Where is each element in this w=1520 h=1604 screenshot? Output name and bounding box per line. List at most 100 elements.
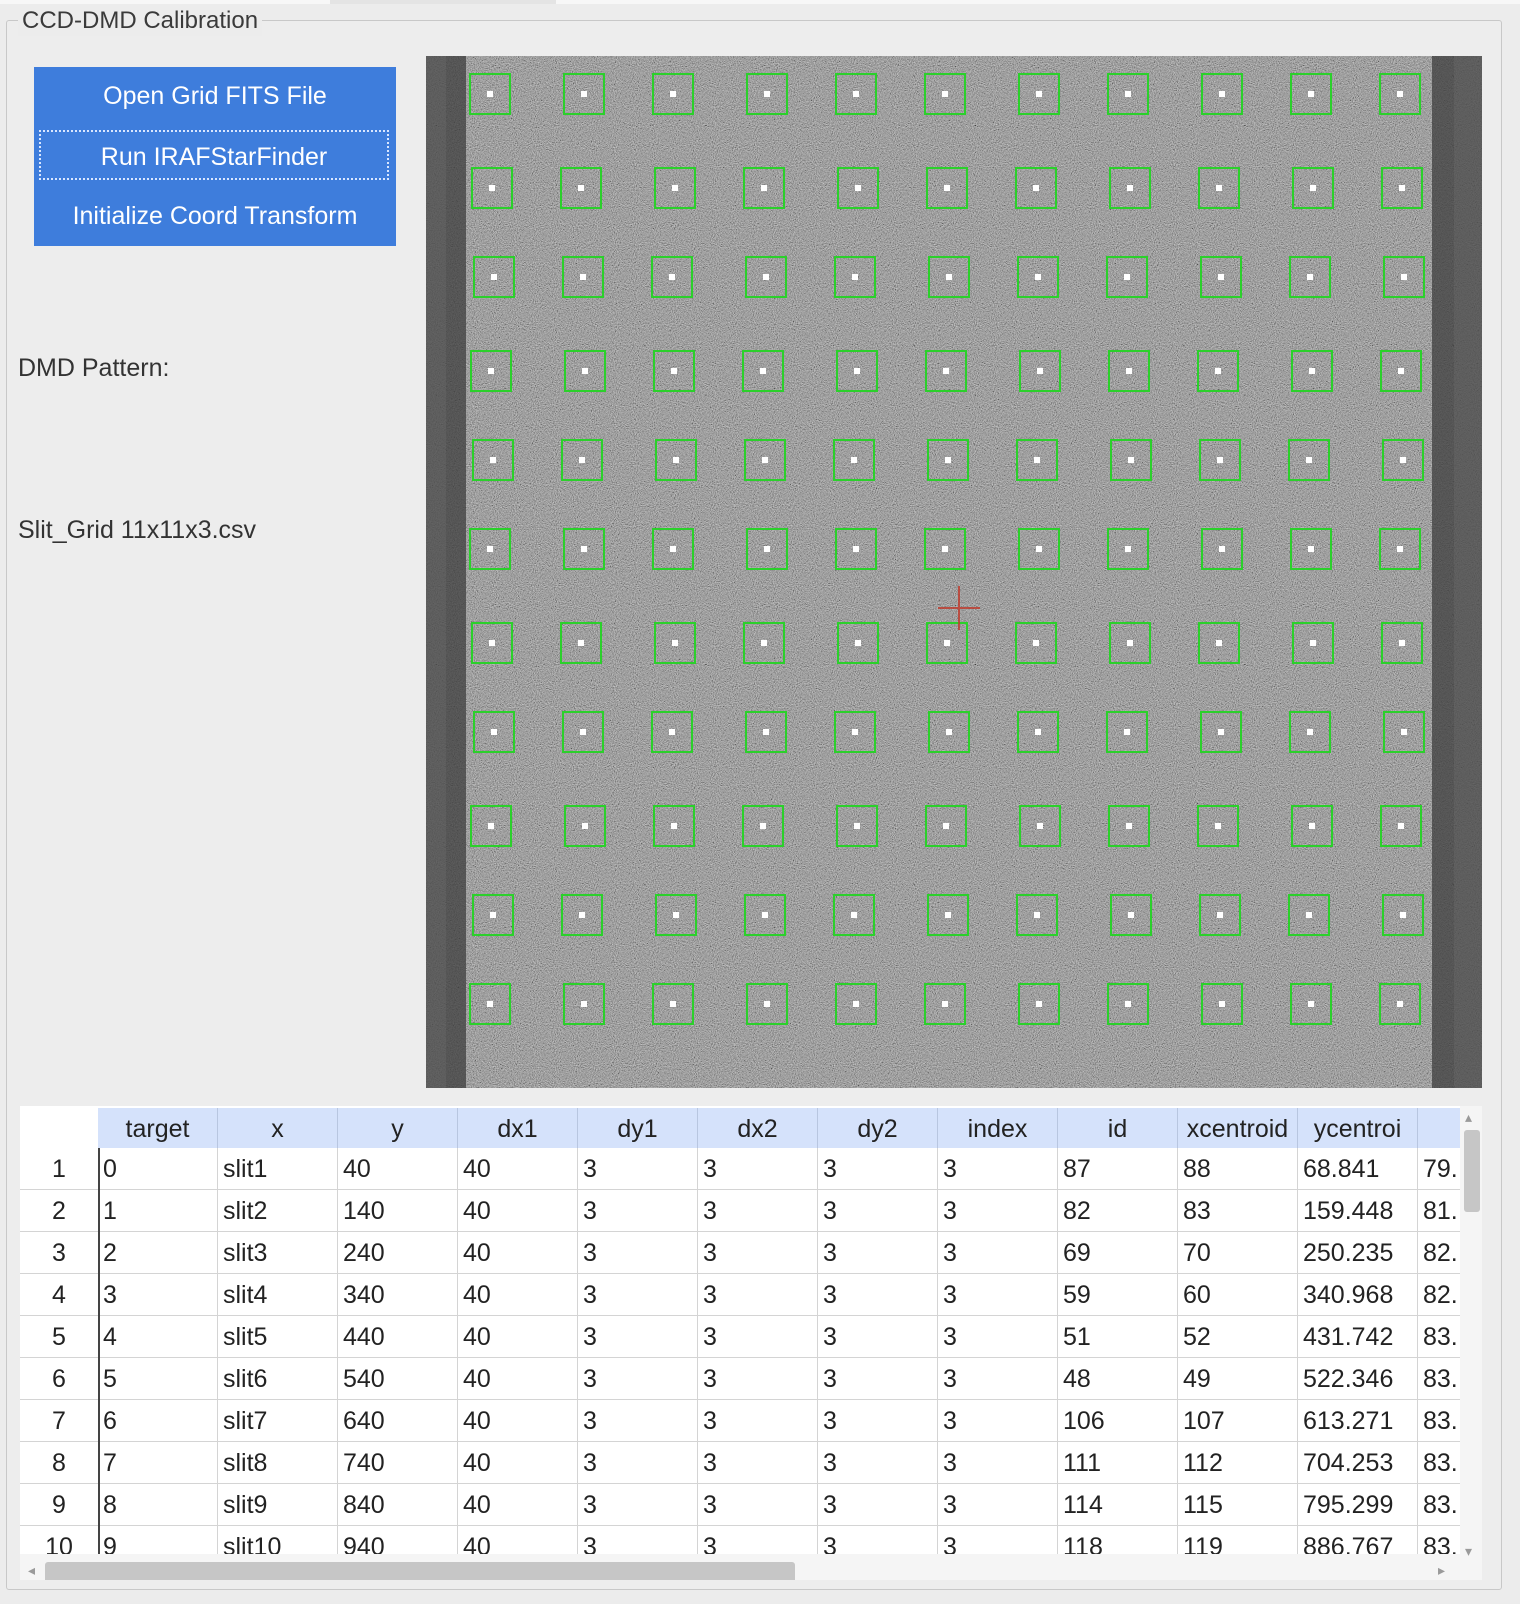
vertical-scroll-thumb[interactable]	[1464, 1130, 1480, 1212]
table-cell[interactable]: 613.271	[1298, 1400, 1418, 1442]
table-cell[interactable]: 59	[1058, 1274, 1178, 1316]
table-cell[interactable]: 3	[938, 1400, 1058, 1442]
table-cell[interactable]: 740	[338, 1442, 458, 1484]
table-cell[interactable]: 3	[578, 1484, 698, 1526]
scroll-up-icon[interactable]: ▴	[1465, 1110, 1472, 1124]
table-cell[interactable]: 115	[1178, 1484, 1298, 1526]
table-cell[interactable]: 340	[338, 1274, 458, 1316]
table-cell[interactable]: 3	[818, 1400, 938, 1442]
table-cell[interactable]: 40	[458, 1316, 578, 1358]
table-cell[interactable]: 3	[698, 1274, 818, 1316]
column-header[interactable]: ycentroi	[1298, 1108, 1418, 1148]
row-header[interactable]: 3	[20, 1232, 98, 1274]
table-cell[interactable]: 3	[938, 1148, 1058, 1190]
table-cell[interactable]: 3	[578, 1316, 698, 1358]
ccd-image-canvas[interactable]	[426, 56, 1482, 1088]
row-header[interactable]: 1	[20, 1148, 98, 1190]
table-cell[interactable]: slit7	[218, 1400, 338, 1442]
table-cell[interactable]: slit6	[218, 1358, 338, 1400]
tab-segment[interactable]	[0, 0, 330, 4]
table-cell[interactable]: 3	[818, 1148, 938, 1190]
table-cell[interactable]: 3	[578, 1400, 698, 1442]
table-cell[interactable]: 3	[578, 1442, 698, 1484]
table-cell[interactable]: 3	[578, 1232, 698, 1274]
table-cell[interactable]: 522.346	[1298, 1358, 1418, 1400]
table-cell[interactable]: 3	[698, 1148, 818, 1190]
initialize-coord-transform-button[interactable]: Initialize Coord Transform	[34, 187, 396, 245]
table-cell[interactable]: 82	[1058, 1190, 1178, 1232]
table-cell[interactable]: 7	[98, 1442, 218, 1484]
table-cell[interactable]: 431.742	[1298, 1316, 1418, 1358]
table-cell[interactable]: 3	[818, 1358, 938, 1400]
table-cell[interactable]: 795.299	[1298, 1484, 1418, 1526]
column-header[interactable]: y	[338, 1108, 458, 1148]
vertical-scrollbar[interactable]: ▴ ▾	[1460, 1106, 1482, 1580]
table-cell[interactable]: 3	[578, 1148, 698, 1190]
table-cell[interactable]: 68.841	[1298, 1148, 1418, 1190]
table-cell[interactable]: 112	[1178, 1442, 1298, 1484]
table-cell[interactable]: 640	[338, 1400, 458, 1442]
table-cell[interactable]: 140	[338, 1190, 458, 1232]
table-cell[interactable]: 40	[338, 1148, 458, 1190]
column-header[interactable]: id	[1058, 1108, 1178, 1148]
table-cell[interactable]: slit8	[218, 1442, 338, 1484]
row-header[interactable]: 5	[20, 1316, 98, 1358]
table-cell[interactable]: 3	[818, 1232, 938, 1274]
table-cell[interactable]: 3	[578, 1274, 698, 1316]
table-cell[interactable]: 3	[578, 1358, 698, 1400]
table-cell[interactable]: 3	[938, 1484, 1058, 1526]
table-cell[interactable]: 40	[458, 1484, 578, 1526]
row-header[interactable]: 9	[20, 1484, 98, 1526]
table-cell[interactable]: 8	[98, 1484, 218, 1526]
table-cell[interactable]: 87	[1058, 1148, 1178, 1190]
table-cell[interactable]: 3	[698, 1442, 818, 1484]
table-cell[interactable]: 48	[1058, 1358, 1178, 1400]
table-cell[interactable]: 1	[98, 1190, 218, 1232]
data-table[interactable]: target x y dx1 dy1 dx2 dy2 index id xcentroid ycen…	[20, 1106, 1482, 1580]
table-cell[interactable]: 40	[458, 1358, 578, 1400]
table-cell[interactable]: 159.448	[1298, 1190, 1418, 1232]
table-cell[interactable]: 3	[938, 1232, 1058, 1274]
table-cell[interactable]: 3	[698, 1316, 818, 1358]
table-cell[interactable]: 3	[938, 1316, 1058, 1358]
column-header[interactable]: xcentroid	[1178, 1108, 1298, 1148]
tab-segment[interactable]	[556, 0, 1520, 4]
scroll-down-icon[interactable]: ▾	[1465, 1544, 1472, 1558]
table-cell[interactable]: 3	[698, 1232, 818, 1274]
table-cell[interactable]: 60	[1178, 1274, 1298, 1316]
table-cell[interactable]: 40	[458, 1442, 578, 1484]
table-cell[interactable]: 111	[1058, 1442, 1178, 1484]
table-cell[interactable]: 3	[578, 1190, 698, 1232]
ccd-image-view[interactable]	[426, 56, 1482, 1088]
column-header[interactable]: dy2	[818, 1108, 938, 1148]
table-cell[interactable]: 0	[98, 1148, 218, 1190]
column-header[interactable]: dx2	[698, 1108, 818, 1148]
table-cell[interactable]: 6	[98, 1400, 218, 1442]
table-cell[interactable]: slit9	[218, 1484, 338, 1526]
table-cell[interactable]: 3	[818, 1274, 938, 1316]
table-cell[interactable]: 704.253	[1298, 1442, 1418, 1484]
table-cell[interactable]: 3	[98, 1274, 218, 1316]
table-cell[interactable]: 3	[818, 1442, 938, 1484]
row-header[interactable]: 4	[20, 1274, 98, 1316]
row-header[interactable]: 2	[20, 1190, 98, 1232]
table-cell[interactable]: 3	[938, 1190, 1058, 1232]
column-header[interactable]: dx1	[458, 1108, 578, 1148]
column-header[interactable]: x	[218, 1108, 338, 1148]
table-cell[interactable]: 106	[1058, 1400, 1178, 1442]
table-cell[interactable]: 440	[338, 1316, 458, 1358]
horizontal-scrollbar[interactable]: ◂ ▸	[20, 1554, 1460, 1580]
table-cell[interactable]: 3	[818, 1190, 938, 1232]
table-cell[interactable]: 540	[338, 1358, 458, 1400]
table-cell[interactable]: 51	[1058, 1316, 1178, 1358]
table-cell[interactable]: 40	[458, 1190, 578, 1232]
table-cell[interactable]: 40	[458, 1148, 578, 1190]
table-cell[interactable]: 3	[818, 1484, 938, 1526]
table-cell[interactable]: 40	[458, 1400, 578, 1442]
table-cell[interactable]: slit5	[218, 1316, 338, 1358]
table-cell[interactable]: 3	[938, 1358, 1058, 1400]
table-cell[interactable]: 3	[938, 1274, 1058, 1316]
table-cell[interactable]: 240	[338, 1232, 458, 1274]
table-cell[interactable]: 69	[1058, 1232, 1178, 1274]
scroll-left-icon[interactable]: ◂	[28, 1563, 35, 1577]
